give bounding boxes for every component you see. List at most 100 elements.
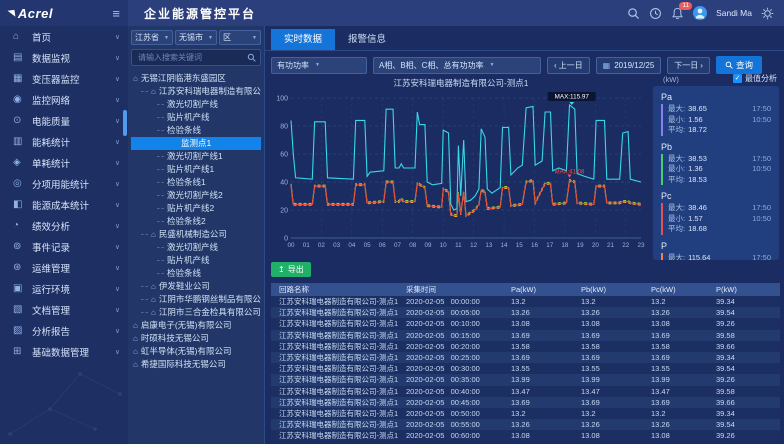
tree-node-label: 民盛机械制造公司 <box>159 229 227 239</box>
tab-realtime-data[interactable]: 实时数据 <box>271 29 335 50</box>
chevron-down-icon: ∨ <box>115 180 120 188</box>
svg-text:23: 23 <box>637 242 645 249</box>
sidebar-item-docs[interactable]: ▧文档管理∨ <box>0 299 128 320</box>
tree-connector <box>171 143 178 144</box>
stat-time: 17:50 <box>752 253 771 261</box>
tree-node[interactable]: 检验条线2 <box>131 215 261 228</box>
tree-node[interactable]: 检验条线 <box>131 267 261 280</box>
tree-node[interactable]: ⌂江阴市三合金检具有限公司 <box>131 306 261 319</box>
tree-node[interactable]: 激光切割产线2 <box>131 189 261 202</box>
tree-node[interactable]: 贴片机产线 <box>131 111 261 124</box>
svg-text:02: 02 <box>318 242 326 249</box>
export-button[interactable]: ↥导出 <box>271 262 311 277</box>
search-icon[interactable] <box>247 53 256 62</box>
sidebar-item-energy-stats[interactable]: ▥能耗统计∨ <box>0 131 128 152</box>
tree-node[interactable]: ⌂虹半导体(无锡)有限公司 <box>131 345 261 358</box>
tree-node[interactable]: 激光切割产线 <box>131 98 261 111</box>
gear-icon[interactable] <box>761 7 774 20</box>
tree-node[interactable]: 激光切割产线 <box>131 241 261 254</box>
tree-search-input[interactable] <box>136 52 247 63</box>
building-icon: ⌂ <box>151 282 156 291</box>
sidebar-item-unit-stats[interactable]: ◈单耗统计∨ <box>0 152 128 173</box>
menu-collapse-icon[interactable]: ≡ <box>112 6 120 21</box>
district-select[interactable]: 区▼ <box>219 30 261 45</box>
metric-select[interactable]: 有功功率▼ <box>271 57 367 74</box>
power-quality-icon: ⊙ <box>13 115 28 126</box>
tree-node[interactable]: ⌂启康电子(无锡)有限公司 <box>131 319 261 332</box>
tree-node[interactable]: 贴片机产线 <box>131 254 261 267</box>
tree-node[interactable]: 激光切割产线1 <box>131 150 261 163</box>
notification-bell[interactable]: 11 <box>671 7 684 20</box>
user-name[interactable]: Sandi Ma <box>716 8 752 18</box>
sidebar-item-events[interactable]: ⊚事件记录∨ <box>0 236 128 257</box>
sidebar-item-label: 能耗统计 <box>32 135 115 149</box>
logo-area: ◥ Acrel ≡ <box>0 0 128 26</box>
tree-node[interactable]: 贴片机产线2 <box>131 202 261 215</box>
sidebar-item-transformer[interactable]: ▦变压器监控∨ <box>0 68 128 89</box>
tree-node[interactable]: 检验条线 <box>131 124 261 137</box>
chevron-down-icon: ▼ <box>315 62 320 68</box>
tree-node[interactable]: 检验条线1 <box>131 176 261 189</box>
sidebar-item-label: 分析报告 <box>32 324 115 338</box>
province-select[interactable]: 江苏省▼ <box>131 30 173 45</box>
search-icon[interactable] <box>627 7 640 20</box>
chart-annotations: MAX:115.97MAX:41.08 <box>548 92 596 178</box>
svg-text:17: 17 <box>546 242 554 249</box>
search-icon <box>725 61 733 69</box>
sidebar-item-network[interactable]: ◉监控网络∨ <box>0 89 128 110</box>
sidebar-item-env[interactable]: ▣运行环境∨ <box>0 278 128 299</box>
chevron-down-icon: ∨ <box>115 243 120 251</box>
tree-node-label: 贴片机产线1 <box>167 164 214 174</box>
phase-select[interactable]: A相、B相、C相、总有功功率▼ <box>373 57 541 74</box>
max-analysis-checkbox[interactable]: ✓ 最值分析 <box>733 73 777 84</box>
sidebar-item-report[interactable]: ▨分析报告∨ <box>0 320 128 341</box>
table-cell: 2020-02-05 00:55:00 <box>398 419 503 430</box>
sidebar-item-performance[interactable]: ◔绩效分析∨ <box>0 215 128 236</box>
table-cell: 13.69 <box>503 352 573 363</box>
sidebar-item-home[interactable]: ⌂首页∨ <box>0 26 128 47</box>
table-row: 江苏安科瑞电器制造有限公司-测点12020-02-05 00:45:0013.6… <box>271 397 780 408</box>
sidebar-item-data-monitor[interactable]: ▤数据监视∨ <box>0 47 128 68</box>
date-picker[interactable]: ▦2019/12/25 <box>596 57 662 74</box>
chart-plot[interactable]: 0204060801000001020304050607080910111213… <box>275 92 647 250</box>
svg-text:07: 07 <box>394 242 402 249</box>
tree-node[interactable]: 监测点1 <box>131 137 261 150</box>
table-cell: 13.99 <box>503 374 573 385</box>
tab-alarm-info[interactable]: 报警信息 <box>335 29 399 50</box>
tree-node[interactable]: ⌂无锡江阴临港东盛园区 <box>131 72 261 85</box>
svg-text:22: 22 <box>622 242 630 249</box>
tree-connector <box>141 234 148 235</box>
avatar[interactable] <box>693 6 707 20</box>
stat-row: 最大:38.5317:50 <box>668 154 771 165</box>
tree-node[interactable]: ⌂江阴市华鹏钢丝制品有限公司 <box>131 293 261 306</box>
sidebar-menu: ⌂首页∨▤数据监视∨▦变压器监控∨◉监控网络∨⊙电能质量∨▥能耗统计∨◈单耗统计… <box>0 26 128 362</box>
query-button[interactable]: 查询 <box>716 56 762 74</box>
prev-day-button[interactable]: ‹上一日 <box>547 57 590 74</box>
tree-node[interactable]: ⌂时硕科技无锡公司 <box>131 332 261 345</box>
sidebar-scrollbar[interactable] <box>123 110 127 136</box>
tree-node[interactable]: 贴片机产线1 <box>131 163 261 176</box>
next-day-button[interactable]: 下一日› <box>667 57 710 74</box>
sidebar-item-om[interactable]: ⊛运维管理∨ <box>0 257 128 278</box>
tree-node[interactable]: ⌂伊发鞋业公司 <box>131 280 261 293</box>
building-icon: ⌂ <box>133 347 138 356</box>
clock-icon[interactable] <box>649 7 662 20</box>
svg-text:05: 05 <box>364 242 372 249</box>
network-icon: ◉ <box>13 94 28 105</box>
stat-time: 10:50 <box>752 214 771 225</box>
chevron-down-icon: ∨ <box>115 201 120 209</box>
query-label: 查询 <box>736 59 753 71</box>
sidebar-item-power-quality[interactable]: ⊙电能质量∨ <box>0 110 128 131</box>
table-cell: 39.54 <box>708 363 780 374</box>
stat-value: 38.53 <box>688 154 707 165</box>
table-cell: 13.2 <box>503 296 573 307</box>
table-cell: 13.08 <box>643 430 708 441</box>
sidebar-item-subitem-stats[interactable]: ◎分项用能统计∨ <box>0 173 128 194</box>
tree-node[interactable]: ⌂民盛机械制造公司 <box>131 228 261 241</box>
table-cell: 13.99 <box>643 374 708 385</box>
city-select[interactable]: 无锡市▼ <box>175 30 217 45</box>
sidebar-item-cost-stats[interactable]: ◧能源成本统计∨ <box>0 194 128 215</box>
tree-node[interactable]: ⌂江苏安科瑞电器制造有限公司 <box>131 85 261 98</box>
svg-text:03: 03 <box>333 242 341 249</box>
tree-node[interactable]: ⌂希捷国际科技无锡公司 <box>131 358 261 371</box>
